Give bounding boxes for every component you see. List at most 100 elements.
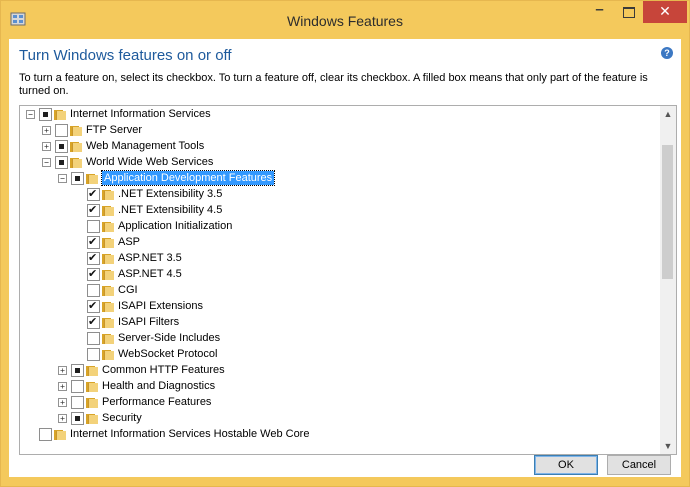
help-icon[interactable]: ?: [661, 47, 673, 59]
feature-checkbox[interactable]: [87, 186, 100, 202]
collapse-icon[interactable]: −: [42, 158, 51, 167]
expand-icon[interactable]: +: [42, 142, 51, 151]
features-tree[interactable]: − Internet Information Services + FTP Serve…: [19, 105, 677, 455]
minimize-button[interactable]: –: [585, 1, 614, 23]
maximize-icon: [623, 7, 635, 18]
tree-item[interactable]: + Health and Diagnostics: [20, 378, 650, 394]
collapse-icon[interactable]: −: [26, 110, 35, 119]
cancel-button[interactable]: Cancel: [607, 455, 671, 475]
folder-icon: [70, 140, 82, 152]
scroll-up-icon[interactable]: ▲: [660, 106, 676, 122]
tree-item[interactable]: ASP: [20, 234, 650, 250]
feature-label[interactable]: .NET Extensibility 3.5: [118, 186, 222, 202]
feature-label[interactable]: Performance Features: [102, 394, 211, 410]
folder-icon: [102, 252, 114, 264]
collapse-icon[interactable]: −: [58, 174, 67, 183]
feature-checkbox[interactable]: [87, 250, 100, 266]
feature-label[interactable]: World Wide Web Services: [86, 154, 213, 170]
scroll-down-icon[interactable]: ▼: [660, 438, 676, 454]
feature-checkbox[interactable]: [71, 380, 84, 393]
tree-item[interactable]: + Common HTTP Features: [20, 362, 650, 378]
tree-item[interactable]: + Web Management Tools: [20, 138, 650, 154]
tree-item[interactable]: WebSocket Protocol: [20, 346, 650, 362]
tree-item[interactable]: − Application Development Features: [20, 170, 650, 186]
maximize-button[interactable]: [615, 1, 642, 23]
tree-item[interactable]: ASP.NET 4.5: [20, 266, 650, 282]
folder-icon: [102, 348, 114, 360]
folder-icon: [102, 220, 114, 232]
feature-checkbox[interactable]: [87, 220, 100, 233]
feature-label[interactable]: WebSocket Protocol: [118, 346, 217, 362]
feature-label[interactable]: Common HTTP Features: [102, 362, 225, 378]
feature-label[interactable]: Health and Diagnostics: [102, 378, 215, 394]
expand-icon[interactable]: +: [58, 366, 67, 375]
folder-icon: [86, 412, 98, 424]
feature-checkbox[interactable]: [39, 428, 52, 441]
tree-item[interactable]: Application Initialization: [20, 218, 650, 234]
feature-label[interactable]: ASP.NET 3.5: [118, 250, 182, 266]
dialog-content: Turn Windows features on or off ? To tur…: [9, 39, 681, 477]
feature-checkbox[interactable]: [87, 348, 100, 361]
feature-label[interactable]: Web Management Tools: [86, 138, 204, 154]
tree-item[interactable]: .NET Extensibility 3.5: [20, 186, 650, 202]
close-button[interactable]: ✕: [643, 1, 687, 23]
feature-checkbox[interactable]: [55, 156, 68, 169]
tree-item[interactable]: + Performance Features: [20, 394, 650, 410]
tree-item[interactable]: CGI: [20, 282, 650, 298]
expand-icon[interactable]: +: [42, 126, 51, 135]
feature-checkbox[interactable]: [39, 108, 52, 121]
tree-item[interactable]: ISAPI Filters: [20, 314, 650, 330]
feature-label[interactable]: Application Initialization: [118, 218, 232, 234]
feature-checkbox[interactable]: [71, 364, 84, 377]
title-bar[interactable]: Windows Features – ✕: [1, 1, 689, 39]
tree-item[interactable]: + Security: [20, 410, 650, 426]
vertical-scrollbar[interactable]: ▲ ▼: [660, 106, 676, 454]
windows-features-dialog: Windows Features – ✕ Turn Windows featur…: [0, 0, 690, 487]
feature-checkbox[interactable]: [87, 202, 100, 218]
feature-label[interactable]: Application Development Features: [100, 170, 276, 186]
feature-label[interactable]: CGI: [118, 282, 138, 298]
scroll-thumb[interactable]: [662, 145, 673, 279]
feature-label[interactable]: ASP.NET 4.5: [118, 266, 182, 282]
feature-label[interactable]: Internet Information Services: [70, 106, 211, 122]
tree-item[interactable]: Internet Information Services Hostable W…: [20, 426, 650, 442]
folder-icon: [102, 236, 114, 248]
feature-label[interactable]: .NET Extensibility 4.5: [118, 202, 222, 218]
feature-checkbox[interactable]: [71, 396, 84, 409]
feature-checkbox[interactable]: [55, 140, 68, 153]
folder-icon: [70, 124, 82, 136]
feature-label[interactable]: Security: [102, 410, 142, 426]
feature-checkbox[interactable]: [87, 266, 100, 282]
tree-item[interactable]: .NET Extensibility 4.5: [20, 202, 650, 218]
feature-checkbox[interactable]: [87, 298, 100, 314]
feature-checkbox[interactable]: [87, 234, 100, 250]
folder-icon: [86, 380, 98, 392]
feature-label[interactable]: Internet Information Services Hostable W…: [70, 426, 309, 442]
folder-icon: [54, 108, 66, 120]
page-heading: Turn Windows features on or off: [19, 47, 232, 64]
tree-item[interactable]: + FTP Server: [20, 122, 650, 138]
tree-item[interactable]: − Internet Information Services: [20, 106, 650, 122]
feature-checkbox[interactable]: [55, 124, 68, 137]
feature-checkbox[interactable]: [71, 412, 84, 425]
expand-icon[interactable]: +: [58, 414, 67, 423]
feature-label[interactable]: ASP: [118, 234, 140, 250]
feature-label[interactable]: FTP Server: [86, 122, 142, 138]
feature-checkbox[interactable]: [71, 172, 84, 185]
tree-item[interactable]: ASP.NET 3.5: [20, 250, 650, 266]
minimize-icon: –: [595, 1, 604, 18]
feature-label[interactable]: ISAPI Filters: [118, 314, 179, 330]
feature-checkbox[interactable]: [87, 284, 100, 297]
feature-checkbox[interactable]: [87, 332, 100, 345]
feature-label[interactable]: ISAPI Extensions: [118, 298, 203, 314]
folder-icon: [70, 156, 82, 168]
folder-icon: [102, 332, 114, 344]
tree-item[interactable]: ISAPI Extensions: [20, 298, 650, 314]
tree-item[interactable]: Server-Side Includes: [20, 330, 650, 346]
expand-icon[interactable]: +: [58, 382, 67, 391]
tree-item[interactable]: − World Wide Web Services: [20, 154, 650, 170]
ok-button[interactable]: OK: [534, 455, 598, 475]
expand-icon[interactable]: +: [58, 398, 67, 407]
feature-checkbox[interactable]: [87, 314, 100, 330]
feature-label[interactable]: Server-Side Includes: [118, 330, 220, 346]
